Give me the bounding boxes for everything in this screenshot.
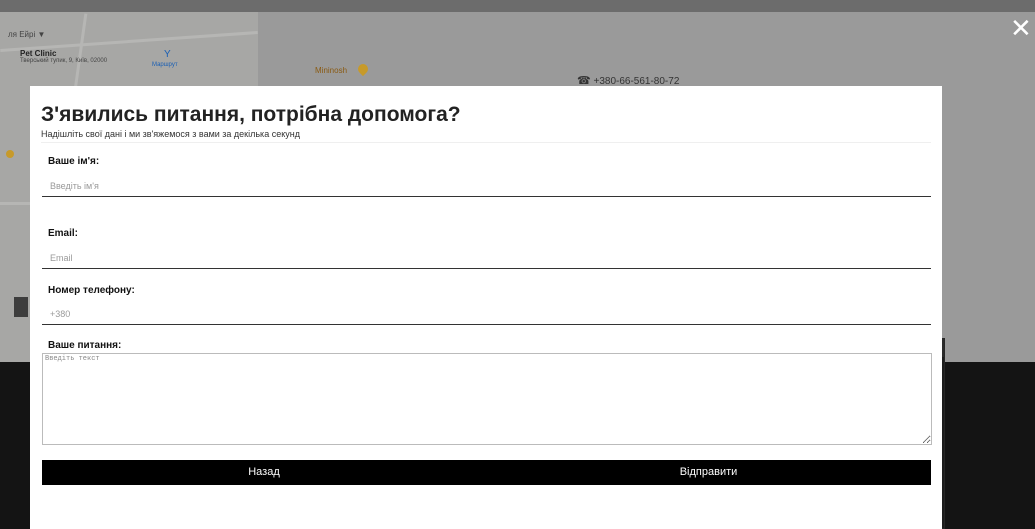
email-input[interactable] (42, 247, 931, 269)
question-label: Ваше питання: (48, 340, 122, 351)
phone-input[interactable] (42, 303, 931, 325)
divider (41, 142, 931, 143)
name-label: Ваше ім'я: (48, 156, 100, 167)
modal-subtitle: Надішліть свої дані і ми зв'яжемося з ва… (41, 129, 300, 139)
question-textarea[interactable] (42, 353, 932, 445)
header-strip (0, 0, 1035, 12)
directions-link[interactable]: Маршрут (152, 62, 178, 68)
modal-title: З'явились питання, потрібна допомога? (41, 103, 461, 126)
email-label: Email: (48, 228, 79, 239)
name-input[interactable] (42, 175, 931, 197)
back-button[interactable]: Назад (42, 460, 486, 485)
modal-button-bar: Назад Відправити (42, 460, 931, 485)
map-thumbnail (14, 297, 28, 317)
map-poi-label: Mininosh (315, 66, 348, 75)
map-place-title: Pet Clinic (20, 49, 57, 58)
map-pin-icon (6, 150, 14, 158)
phone-label: Номер телефону: (48, 285, 135, 296)
map-place-address: Тверський тупик, 9, Київ, 02000 (20, 58, 108, 64)
send-button[interactable]: Відправити (486, 460, 931, 485)
close-icon[interactable]: ✕ (1010, 14, 1032, 42)
directions-icon[interactable]: Y (164, 49, 171, 60)
contact-modal: З'явились питання, потрібна допомога? На… (30, 86, 942, 529)
map-top-label: ля Ейрі ▼ (8, 30, 46, 39)
